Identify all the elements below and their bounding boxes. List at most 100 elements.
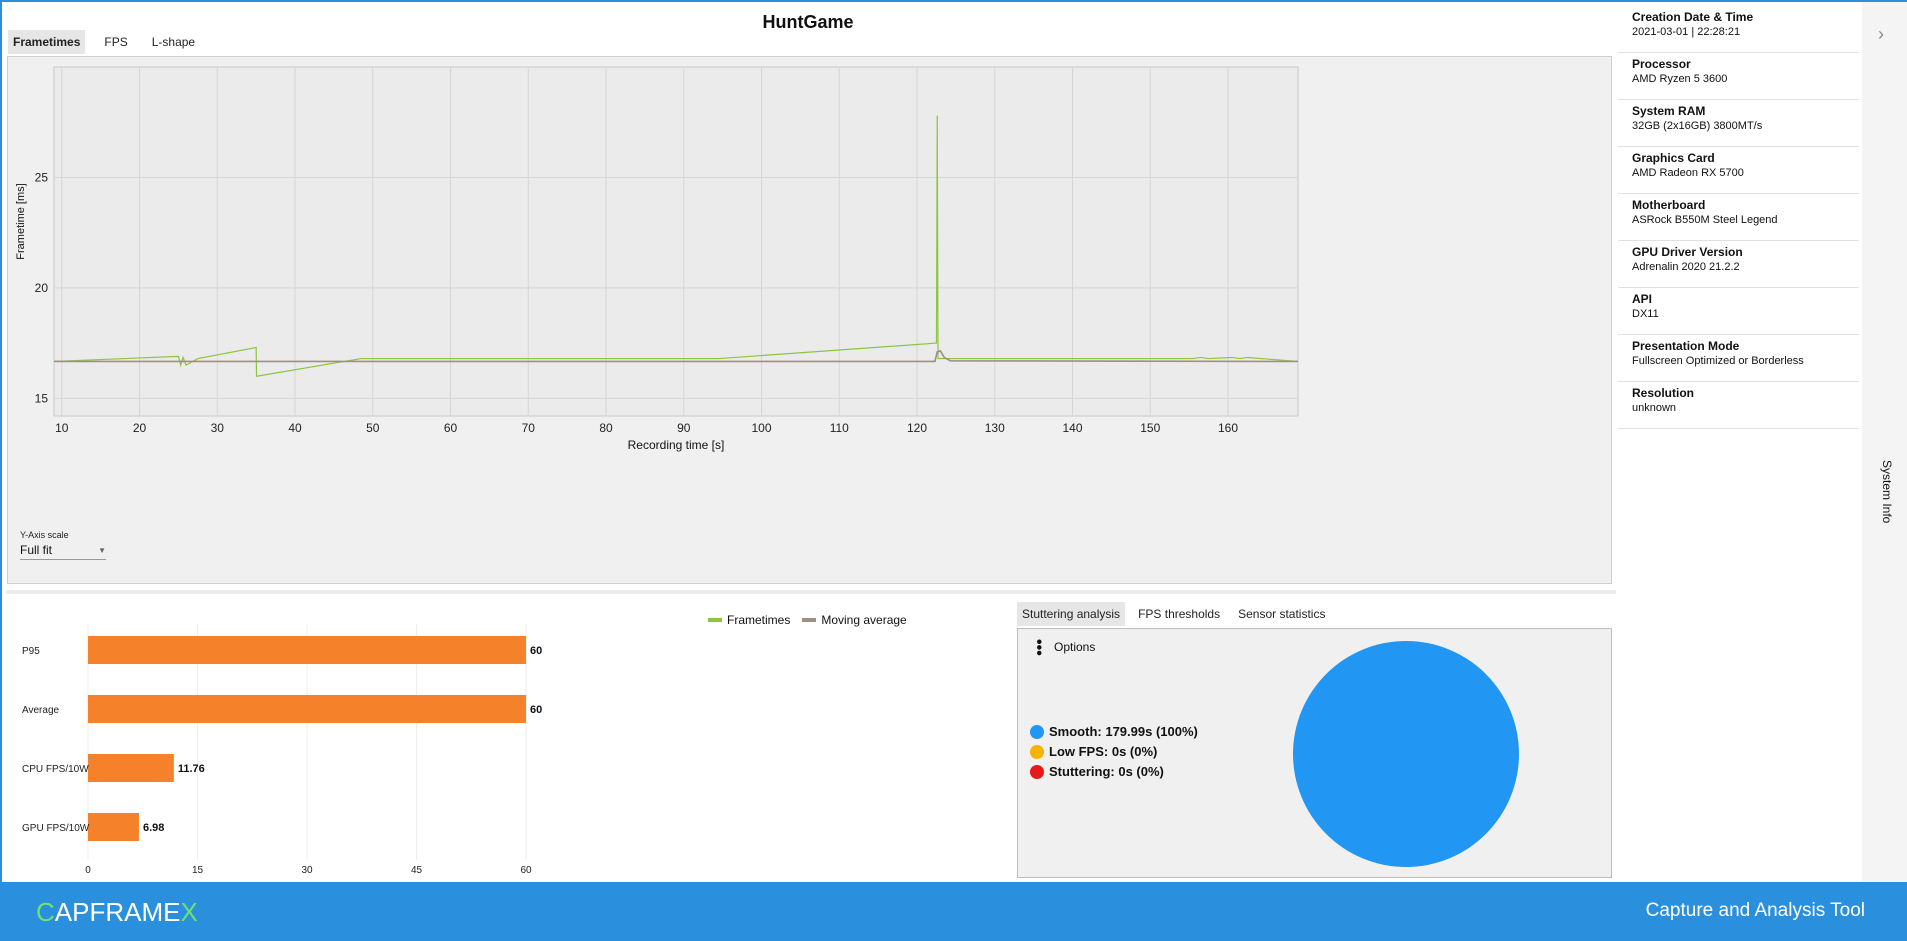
bar — [88, 754, 174, 782]
x-tick-label: 80 — [599, 421, 613, 435]
info-item: Resolution unknown — [1618, 382, 1859, 429]
system-info-side-panel[interactable]: › System Info — [1862, 2, 1907, 882]
x-tick-label: 20 — [133, 421, 147, 435]
y-tick-label: 15 — [35, 391, 49, 405]
info-value: Fullscreen Optimized or Borderless — [1632, 355, 1804, 367]
info-value: unknown — [1632, 402, 1677, 414]
bar-value-label: 6.98 — [143, 822, 164, 834]
fps-bar-chart: 0 15 30 45 60 P95 60 Average 60 CPU FPS/10W 11.76 G… — [22, 624, 542, 879]
info-item: Processor AMD Ryzen 5 3600 — [1618, 53, 1859, 100]
chevron-right-icon[interactable]: › — [1878, 24, 1884, 45]
x-tick-label: 150 — [1140, 421, 1160, 435]
x-tick-label: 70 — [522, 421, 536, 435]
info-value: 32GB (2x16GB) 3800MT/s — [1632, 120, 1763, 132]
legend-item-frametimes[interactable]: Frametimes — [708, 613, 790, 627]
options-label: Options — [1054, 640, 1096, 655]
more-vertical-icon: ••• — [1030, 639, 1047, 656]
bar-x-tick-label: 0 — [85, 865, 91, 876]
stutter-legend-smooth: Smooth: 179.99s (100%) — [1030, 724, 1198, 739]
info-label: Creation Date & Time — [1632, 10, 1754, 24]
x-tick-label: 30 — [211, 421, 225, 435]
info-label: Graphics Card — [1632, 151, 1715, 165]
x-tick-label: 120 — [907, 421, 927, 435]
low-fps-value: 0s (0%) — [1111, 744, 1158, 759]
y-axis-scale-label: Y-Axis scale — [20, 530, 69, 540]
info-label: Resolution — [1632, 386, 1694, 400]
stuttering-panel: ••• Options Smooth: 179.99s (100%) Low F… — [1017, 628, 1612, 878]
y-axis-scale-dropdown[interactable]: Full fit ▼ — [20, 543, 106, 560]
info-item: Creation Date & Time 2021-03-01 | 22:28:2… — [1618, 6, 1859, 53]
bar-value-label: 11.76 — [178, 763, 205, 775]
info-item: Graphics Card AMD Radeon RX 5700 — [1618, 147, 1859, 194]
footer-bar: CAPFRAMEX Capture and Analysis Tool — [2, 882, 1905, 941]
stuttering-label: Stuttering: — [1049, 764, 1115, 779]
info-item: Motherboard ASRock B550M Steel Legend — [1618, 194, 1859, 241]
x-tick-label: 110 — [830, 421, 849, 435]
stuttering-value: 0s (0%) — [1118, 764, 1164, 779]
info-value: 2021-03-01 | 22:28:21 — [1632, 26, 1741, 38]
x-tick-label: 90 — [677, 421, 691, 435]
bar — [88, 636, 526, 664]
x-tick-label: 130 — [985, 421, 1005, 435]
bar-category-label: GPU FPS/10W — [22, 823, 90, 834]
chart-legend: Frametimes Moving average — [708, 613, 919, 627]
x-tick-label: 10 — [55, 421, 69, 435]
section-divider[interactable] — [6, 590, 1616, 594]
info-label: Motherboard — [1632, 198, 1706, 212]
y-axis-scale: Y-Axis scale Full fit ▼ — [20, 530, 106, 560]
x-tick-label: 100 — [752, 421, 772, 435]
stutter-legend-stuttering: Stuttering: 0s (0%) — [1030, 764, 1198, 779]
tagline: Capture and Analysis Tool — [1645, 900, 1865, 921]
bar-x-tick-label: 60 — [520, 865, 532, 876]
low-fps-label: Low FPS: — [1049, 744, 1109, 759]
legend-label-moving-average: Moving average — [821, 613, 907, 627]
x-tick-label: 60 — [444, 421, 458, 435]
legend-label-frametimes: Frametimes — [727, 613, 791, 627]
bar-category-label: Average — [22, 705, 60, 716]
x-tick-label: 50 — [366, 421, 380, 435]
pie-slice-smooth — [1293, 641, 1519, 867]
chart-title: HuntGame — [762, 12, 854, 32]
tab-stuttering-analysis[interactable]: Stuttering analysis — [1017, 602, 1126, 626]
bar-value-label: 60 — [530, 645, 542, 657]
info-item: System RAM 32GB (2x16GB) 3800MT/s — [1618, 100, 1859, 147]
chevron-down-icon: ▼ — [98, 545, 106, 555]
smooth-dot — [1030, 724, 1044, 739]
stuttering-dot — [1030, 764, 1044, 779]
bar — [88, 695, 526, 723]
frametime-chart: 10 20 30 40 50 60 70 80 90 100 110 120 130 140 150 160 1… — [15, 66, 1299, 452]
y-tick-label: 25 — [35, 170, 49, 184]
tab-fps-thresholds[interactable]: FPS thresholds — [1133, 602, 1225, 626]
smooth-value: 179.99s (100%) — [1105, 724, 1198, 739]
y-axis-scale-value: Full fit — [20, 543, 53, 557]
legend-swatch-frametimes — [708, 618, 722, 622]
info-label: System RAM — [1632, 104, 1706, 118]
tab-frametimes[interactable]: Frametimes — [8, 30, 86, 54]
info-value: ASRock B550M Steel Legend — [1632, 214, 1778, 226]
x-axis-label: Recording time [s] — [628, 438, 725, 452]
tab-sensor-statistics[interactable]: Sensor statistics — [1233, 602, 1330, 626]
info-label: Processor — [1632, 57, 1691, 71]
y-axis-label: Frametime [ms] — [15, 183, 27, 259]
x-tick-label: 140 — [1063, 421, 1083, 435]
system-info-list: Creation Date & Time 2021-03-01 | 22:28:2… — [1618, 6, 1859, 429]
y-tick-label: 20 — [35, 281, 49, 295]
tab-fps[interactable]: FPS — [99, 30, 132, 54]
capframex-logo: CAPFRAMEX — [36, 897, 198, 927]
frametime-chart-panel: 10 20 30 40 50 60 70 80 90 100 110 120 130 140 150 160 1… — [7, 56, 1612, 627]
options-button[interactable]: ••• Options — [1030, 639, 1096, 656]
info-item: Presentation Mode Fullscreen Optimized or… — [1618, 335, 1859, 382]
bar-x-tick-label: 30 — [301, 865, 313, 876]
tab-l-shape[interactable]: L-shape — [147, 30, 200, 54]
info-label: GPU Driver Version — [1632, 245, 1743, 259]
chart-tabs: Frametimes FPS L-shape — [8, 30, 214, 54]
info-value: AMD Radeon RX 5700 — [1632, 167, 1744, 179]
legend-item-moving-average[interactable]: Moving average — [802, 613, 907, 627]
legend-swatch-moving-average — [802, 618, 817, 622]
bar-x-tick-label: 15 — [192, 865, 204, 876]
info-value: Adrenalin 2020 21.2.2 — [1632, 261, 1740, 273]
stutter-legend-low-fps: Low FPS: 0s (0%) — [1030, 744, 1198, 759]
bar-value-label: 60 — [530, 704, 542, 716]
x-tick-label: 40 — [288, 421, 302, 435]
bar-x-tick-label: 45 — [411, 865, 423, 876]
